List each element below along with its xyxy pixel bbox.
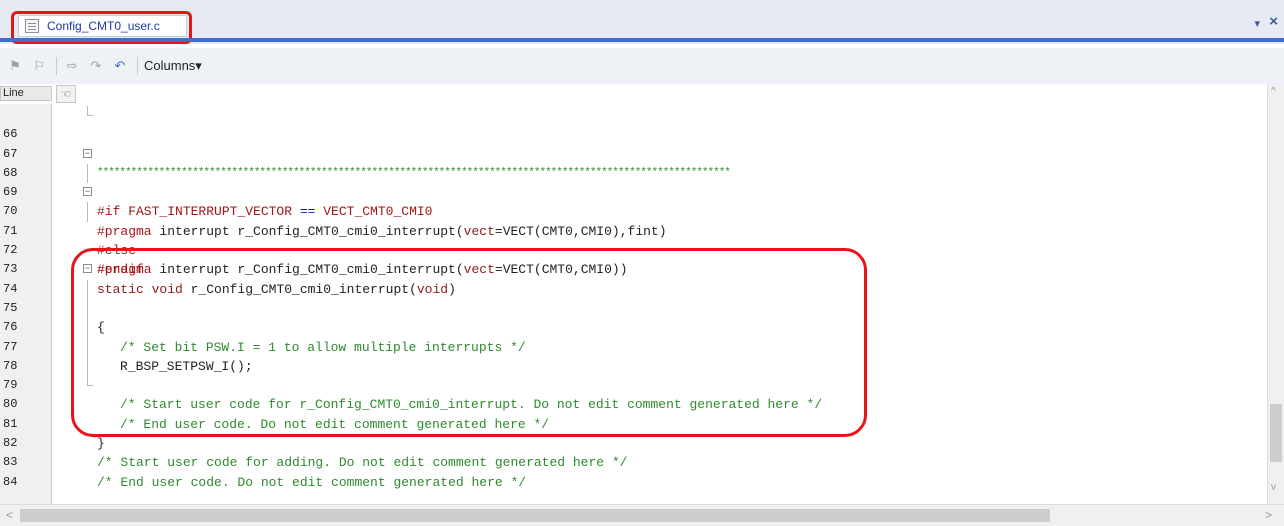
line-number: 84 bbox=[3, 474, 18, 489]
editor-toolbar: ⚑ ⚐ ⇨ ↷ ↶ Columns▾ bbox=[0, 48, 1284, 84]
bookmark-icon[interactable]: ⚑ bbox=[4, 56, 26, 76]
undo-icon[interactable]: ↶ bbox=[109, 56, 131, 76]
code-comment: /* End user code. Do not edit comment ge… bbox=[97, 474, 527, 490]
tab-dropdown-icon[interactable]: ▾ bbox=[1254, 17, 1260, 30]
fold-guide bbox=[87, 106, 93, 116]
code-line: 68 − #if FAST_INTERRUPT_VECTOR == VECT_C… bbox=[0, 145, 1265, 219]
document-tab-bar: Config_CMT0_user.c ▾ × bbox=[0, 0, 1284, 44]
code-line: 71 #pragma interrupt r_Config_CMT0_cmi0_… bbox=[0, 202, 1265, 277]
redo-icon[interactable]: ↷ bbox=[85, 56, 107, 76]
fold-guide bbox=[87, 202, 88, 222]
bookmark-clear-icon[interactable]: ⚐ bbox=[28, 56, 50, 76]
scroll-left-icon[interactable]: < bbox=[6, 508, 13, 522]
code-line: 66 *************************************… bbox=[0, 106, 1265, 179]
scroll-right-icon[interactable]: > bbox=[1265, 508, 1272, 522]
hand-pointer-icon[interactable]: ☜ bbox=[56, 85, 76, 103]
horizontal-scrollbar[interactable]: < > bbox=[0, 504, 1284, 526]
code-line: 69 #pragma interrupt r_Config_CMT0_cmi0_… bbox=[0, 163, 1265, 239]
horizontal-scroll-thumb[interactable] bbox=[20, 509, 1050, 522]
vertical-scrollbar[interactable]: ^ v bbox=[1267, 84, 1284, 509]
columns-dropdown[interactable]: Columns▾ bbox=[144, 58, 202, 74]
code-highlight-annotation bbox=[71, 248, 867, 437]
toolbar-separator bbox=[137, 57, 138, 75]
fold-collapse-icon[interactable]: − bbox=[83, 148, 92, 158]
editor-header: Line ☜ bbox=[0, 84, 1284, 104]
toolbar-separator bbox=[56, 57, 57, 75]
close-icon[interactable]: × bbox=[1269, 13, 1278, 30]
vertical-scroll-thumb[interactable] bbox=[1270, 404, 1282, 462]
code-line: 70 − #else bbox=[0, 183, 1265, 258]
forward-arrow-icon[interactable]: ⇨ bbox=[61, 56, 83, 76]
code-line: 84 bbox=[0, 453, 1265, 489]
tab-underline bbox=[0, 38, 1284, 42]
fold-guide bbox=[87, 163, 88, 184]
scroll-up-icon[interactable]: ^ bbox=[1271, 86, 1276, 97]
line-column-header[interactable]: Line bbox=[0, 86, 52, 101]
scroll-down-icon[interactable]: v bbox=[1271, 482, 1276, 493]
fold-collapse-icon[interactable]: − bbox=[83, 187, 92, 197]
code-line: 72 #endif bbox=[0, 222, 1265, 277]
code-line: 67 bbox=[0, 125, 1265, 161]
